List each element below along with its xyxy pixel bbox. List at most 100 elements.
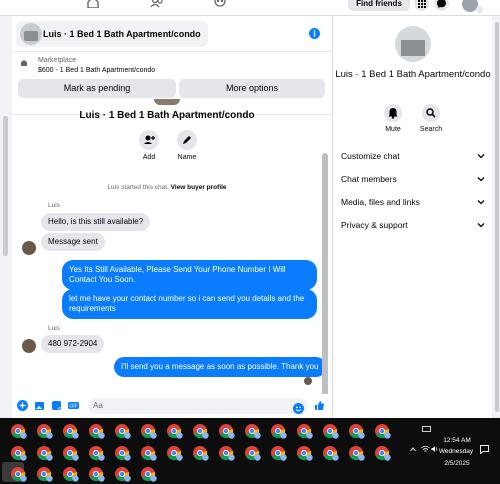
search-icon (426, 108, 436, 118)
gif-icon[interactable]: GIF (68, 400, 79, 411)
chevron-down-icon (477, 223, 485, 228)
message-outgoing[interactable]: let me have your contact number so i can… (62, 289, 317, 319)
mute-label: Mute (385, 126, 401, 133)
emoji-icon[interactable] (293, 403, 304, 414)
groups-icon[interactable] (213, 0, 227, 8)
chat-title: Luis · 1 Bed 1 Bath Apartment/condo (43, 29, 201, 39)
profile-badge-icon (150, 454, 157, 461)
add-label: Add (142, 154, 156, 161)
conversation-profile-name: Luis · 1 Bed 1 Bath Apartment/condo (79, 110, 255, 121)
wifi-icon[interactable] (421, 445, 430, 453)
search-label: Search (419, 126, 443, 133)
profile-badge-icon (124, 432, 131, 439)
chevron-up-icon[interactable] (410, 447, 416, 452)
sticker-icon[interactable] (51, 400, 62, 411)
profile-badge-icon (384, 454, 391, 461)
message-incoming[interactable]: Hello, is this still available? (41, 213, 151, 231)
marketplace-item[interactable]: $600 - 1 Bed 1 Bath Apartment/condo (38, 67, 155, 74)
marketplace-bar: Marketplace $600 - 1 Bed 1 Bath Apartmen… (12, 53, 332, 115)
profile-badge-icon (46, 432, 53, 439)
profile-badge-icon (20, 432, 27, 439)
mark-as-pending-button[interactable]: Mark as pending (18, 79, 176, 98)
bell-icon (388, 108, 398, 119)
chevron-down-icon (477, 200, 485, 205)
view-buyer-profile-link[interactable]: View buyer profile (171, 184, 227, 191)
profile-badge-icon (332, 454, 339, 461)
notification-icon[interactable] (480, 445, 489, 454)
conversation-details-panel: Luis · 1 Bed 1 Bath Apartment/condo Mute… (332, 16, 492, 418)
more-options-button[interactable]: More options (179, 79, 325, 98)
clock-date[interactable]: 2/5/2025 (438, 460, 476, 467)
home-icon[interactable] (86, 0, 100, 8)
clock-day[interactable]: Wednesday (434, 448, 478, 455)
profile-badge-icon (176, 432, 183, 439)
chat-avatar (20, 23, 42, 45)
chat-started-text: Luis started this chat. (107, 184, 169, 191)
profile-badge-icon (176, 454, 183, 461)
sender-name: Luis (48, 202, 60, 209)
media-files-links-row[interactable]: Media, files and links (341, 194, 485, 210)
marketplace-label: Marketplace (38, 57, 77, 64)
details-scrollbar[interactable] (494, 16, 500, 418)
friends-icon[interactable] (150, 0, 164, 8)
profile-badge-icon (124, 475, 131, 482)
chat-started-note: Luis started this chat. View buyer profi… (12, 184, 322, 191)
profile-badge-icon (254, 454, 261, 461)
add-action[interactable]: Add (131, 130, 167, 161)
plus-circle-icon[interactable] (17, 400, 28, 411)
find-friends-button[interactable]: Find friends (348, 0, 410, 11)
profile-badge-icon (384, 432, 391, 439)
profile-badge-icon (358, 432, 365, 439)
details-avatar (395, 26, 431, 62)
account-caret-icon[interactable] (476, 6, 483, 13)
profile-badge-icon (228, 454, 235, 461)
privacy-support-row[interactable]: Privacy & support (341, 217, 485, 233)
message-input[interactable]: Aa (88, 398, 308, 414)
message-outgoing[interactable]: I'll send you a message as soon as possi… (114, 357, 326, 377)
profile-badge-icon (98, 475, 105, 482)
message-input-placeholder: Aa (93, 401, 103, 410)
profile-badge-icon (72, 432, 79, 439)
add-person-icon (144, 135, 155, 144)
message-incoming[interactable]: 480 972-2904 (41, 335, 105, 353)
profile-badge-icon (150, 475, 157, 482)
conversation-scrollbar[interactable] (322, 153, 328, 397)
messenger-icon (437, 0, 446, 8)
name-action[interactable]: Name (169, 130, 205, 161)
profile-badge-icon (98, 432, 105, 439)
search-action[interactable]: Search (413, 104, 449, 133)
profile-badge-icon (280, 432, 287, 439)
clock-time[interactable]: 12:54 AM (438, 437, 476, 444)
profile-badge-icon (306, 454, 313, 461)
profile-badge-icon (150, 432, 157, 439)
profile-badge-icon (332, 432, 339, 439)
media-files-links-label: Media, files and links (341, 197, 420, 207)
page-scrollbar[interactable] (0, 16, 12, 418)
info-icon[interactable] (309, 28, 320, 39)
chat-members-row[interactable]: Chat members (341, 171, 485, 187)
grid-icon (418, 0, 426, 8)
photo-icon[interactable] (34, 400, 45, 411)
menu-grid-button[interactable] (414, 0, 429, 11)
chat-panel: Luis · 1 Bed 1 Bath Apartment/condo Mark… (12, 16, 332, 418)
profile-badge-icon (280, 454, 287, 461)
mute-action[interactable]: Mute (375, 104, 411, 133)
chevron-down-icon (477, 154, 485, 159)
profile-badge-icon (306, 432, 313, 439)
profile-badge-icon (98, 454, 105, 461)
like-icon[interactable] (314, 400, 325, 411)
sender-avatar (22, 241, 36, 255)
top-nav: Find friends (0, 0, 500, 16)
message-incoming[interactable]: Message sent (41, 233, 105, 251)
seen-avatar (304, 377, 312, 385)
profile-badge-icon (20, 454, 27, 461)
profile-badge-icon (20, 475, 27, 482)
profile-badge-icon (202, 454, 209, 461)
message-outgoing[interactable]: Yes Its Still Available, Please Send You… (62, 260, 317, 290)
taskbar: 12:54 AM Wednesday 2/5/2025 (0, 418, 500, 484)
customize-chat-label: Customize chat (341, 151, 400, 161)
messenger-button[interactable] (434, 0, 449, 11)
monitor-icon[interactable] (422, 426, 431, 433)
customize-chat-row[interactable]: Customize chat (341, 148, 485, 164)
profile-badge-icon (124, 454, 131, 461)
